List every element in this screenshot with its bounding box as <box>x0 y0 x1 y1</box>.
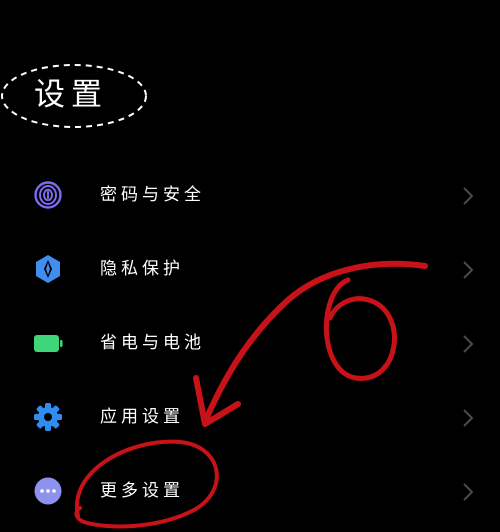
settings-item-label: 应用设置 <box>100 407 184 427</box>
battery-icon <box>34 335 63 352</box>
more-dots-icon <box>34 477 62 505</box>
settings-item-more-settings[interactable]: 更多设置 <box>0 461 500 521</box>
settings-item-privacy[interactable]: 隐私保护 <box>0 239 500 299</box>
chevron-right-icon <box>463 335 474 353</box>
page-title-block: 设置 <box>0 62 150 130</box>
settings-item-label: 密码与安全 <box>100 185 205 205</box>
settings-item-label: 隐私保护 <box>100 259 184 279</box>
gear-icon <box>34 403 62 431</box>
chevron-right-icon <box>463 483 474 501</box>
settings-item-battery[interactable]: 省电与电池 <box>0 313 500 373</box>
settings-screen: 设置 密码与安全 隐私保护 省电与电池 应用设置 更多设置 <box>0 0 500 532</box>
settings-item-app-settings[interactable]: 应用设置 <box>0 387 500 447</box>
fingerprint-icon <box>34 181 62 209</box>
chevron-right-icon <box>463 187 474 205</box>
chevron-right-icon <box>463 409 474 427</box>
chevron-right-icon <box>463 261 474 279</box>
privacy-shield-icon <box>36 255 60 283</box>
page-title: 设置 <box>34 77 108 113</box>
settings-item-label: 更多设置 <box>100 481 184 501</box>
settings-item-label: 省电与电池 <box>100 333 205 353</box>
settings-item-password-security[interactable]: 密码与安全 <box>0 165 500 225</box>
